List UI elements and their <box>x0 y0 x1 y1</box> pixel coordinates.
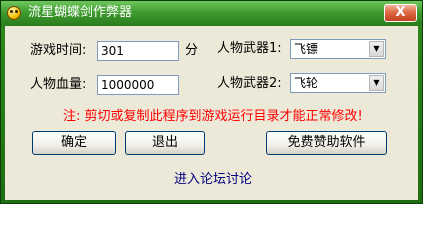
close-button[interactable]: X <box>384 4 417 22</box>
weapon2-selected-value: 飞轮 <box>294 76 319 90</box>
title-bar[interactable]: 流星蝴蝶剑作弊器 X <box>1 1 422 26</box>
dialog-body: 游戏时间: 301 分 人物血量: 1000000 人物武器1: 飞镖 ▼ 人物… <box>5 26 418 200</box>
game-time-label: 游戏时间: <box>30 43 87 58</box>
hp-label: 人物血量: <box>30 77 87 92</box>
warning-message: 注: 剪切或复制此程序到游戏运行目录才能正常修改! <box>63 109 363 124</box>
app-window: 流星蝴蝶剑作弊器 X 游戏时间: 301 分 人物血量: 1000000 人物武… <box>0 0 423 204</box>
sponsor-button[interactable]: 免费赞助软件 <box>266 131 387 155</box>
weapon1-label: 人物武器1: <box>217 41 282 56</box>
game-time-input[interactable]: 301 <box>97 41 179 61</box>
ok-button[interactable]: 确定 <box>32 131 116 155</box>
weapon1-selected-value: 飞镖 <box>294 42 319 56</box>
chevron-down-icon[interactable]: ▼ <box>369 75 384 91</box>
exit-button[interactable]: 退出 <box>125 131 205 155</box>
hp-input[interactable]: 1000000 <box>97 75 179 95</box>
weapon2-select[interactable]: 飞轮 ▼ <box>290 73 386 93</box>
weapon2-label: 人物武器2: <box>217 76 282 91</box>
smiley-app-icon <box>7 6 21 20</box>
chevron-down-icon[interactable]: ▼ <box>369 41 384 57</box>
game-time-unit: 分 <box>185 43 199 58</box>
forum-link[interactable]: 进入论坛讨论 <box>174 172 252 188</box>
weapon1-select[interactable]: 飞镖 ▼ <box>290 39 386 59</box>
window-title: 流星蝴蝶剑作弊器 <box>28 5 133 20</box>
